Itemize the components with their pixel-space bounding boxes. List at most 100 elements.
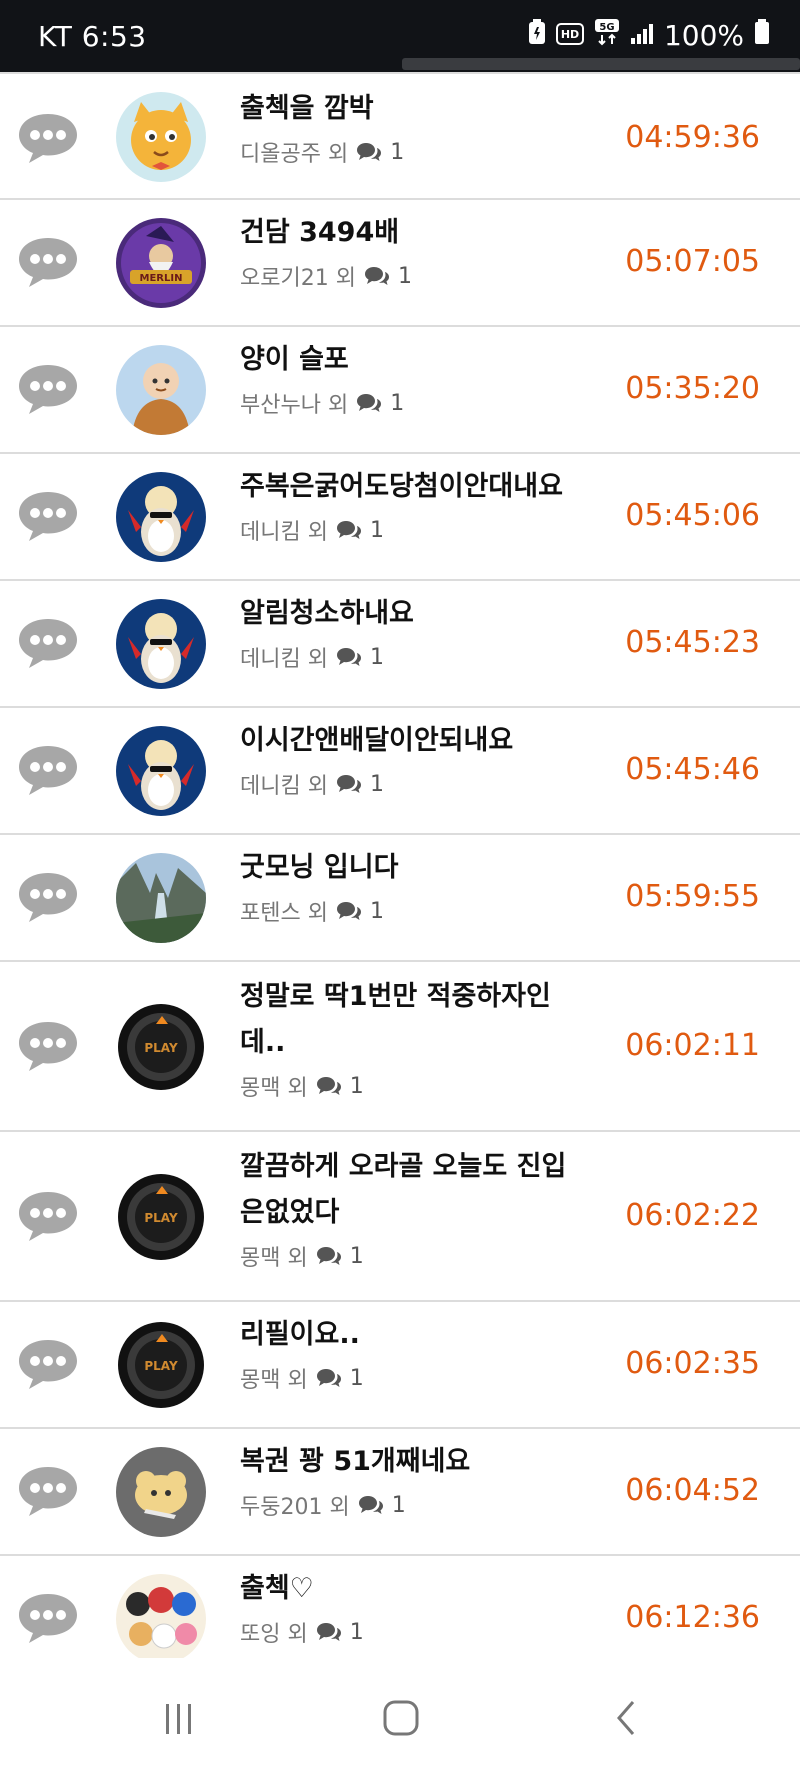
item-time: 05:07:05 (625, 244, 760, 279)
chat-bubble-icon (16, 110, 80, 166)
battery-percent: 100% (663, 19, 744, 52)
chat-bubble-icon (16, 742, 80, 798)
item-text: 이시간앤배달이안되내요 데니킴 외 1 (240, 718, 600, 800)
comment-count: 1 (369, 771, 384, 797)
comment-count: 1 (390, 390, 405, 416)
play-avatar: PLAY (116, 1002, 206, 1092)
penguin-avatar (116, 472, 206, 562)
item-meta: 데니킴 외 1 (240, 514, 600, 546)
item-author: 또잉 외 (240, 1622, 308, 1647)
chat-bubble-icon (16, 615, 80, 671)
chat-bubble-icon (16, 234, 80, 290)
item-meta: 데니킴 외 1 (240, 641, 600, 673)
list-item[interactable]: 알림청소하내요 데니킴 외 1 05:45:23 (0, 581, 800, 708)
comment-icon (356, 142, 382, 162)
status-icons: HD 5G 100% (528, 18, 770, 53)
svg-text:MERLIN: MERLIN (140, 273, 183, 284)
item-time: 06:02:22 (625, 1198, 760, 1233)
item-title: 복권 꽝 51개째네요 (240, 1446, 471, 1477)
item-text: 복권 꽝 51개째네요 두둥201 외 1 (240, 1439, 600, 1521)
chat-bubble-icon (16, 488, 80, 544)
item-time: 05:45:23 (625, 625, 760, 660)
svg-text:PLAY: PLAY (144, 1041, 178, 1055)
item-title: 알림청소하내요 (240, 598, 414, 629)
item-time: 04:59:36 (625, 120, 760, 155)
item-time: 06:12:36 (625, 1600, 760, 1635)
monk-avatar (116, 345, 206, 435)
item-text: 건담 3494배 오로기21 외 1 (240, 210, 600, 292)
comment-icon (364, 266, 390, 286)
svg-text:5G: 5G (599, 22, 614, 33)
comment-count: 1 (349, 1365, 364, 1391)
svg-text:HD: HD (561, 28, 579, 41)
list-item[interactable]: PLAY 리필이요.. 몽맥 외 1 06:02:35 (0, 1302, 800, 1429)
comment-icon (358, 1495, 384, 1515)
item-time: 06:02:11 (625, 1028, 760, 1063)
chat-bubble-icon (16, 869, 80, 925)
comment-icon (336, 520, 362, 540)
list-item[interactable]: 출첵을 깜박 디올공주 외 1 04:59:36 (0, 72, 800, 200)
list-item[interactable]: MERLIN 건담 3494배 오로기21 외 1 05:07:05 (0, 200, 800, 327)
item-text: 정말로 딱1번만 적중하자인데.. 몽맥 외 1 (240, 974, 580, 1102)
battery-saver-icon (528, 19, 546, 52)
item-time: 05:45:06 (625, 498, 760, 533)
comment-count: 1 (349, 1243, 364, 1269)
item-title: 출첵♡ (240, 1573, 314, 1604)
svg-text:PLAY: PLAY (144, 1211, 178, 1225)
home-icon[interactable] (366, 1688, 436, 1748)
thread-list: 출첵을 깜박 디올공주 외 1 04:59:36 MERLIN 건담 3494배… (0, 72, 800, 1683)
comment-icon (316, 1076, 342, 1096)
chat-bubble-icon (16, 1188, 80, 1244)
play-avatar: PLAY (116, 1172, 206, 1262)
item-text: 출첵♡ 또잉 외 1 (240, 1566, 600, 1648)
back-icon[interactable] (592, 1688, 662, 1748)
comment-count: 1 (369, 644, 384, 670)
item-author: 데니킴 외 (240, 774, 328, 799)
system-nav-bar (0, 1658, 800, 1778)
item-author: 데니킴 외 (240, 520, 328, 545)
comment-icon (356, 393, 382, 413)
list-item[interactable]: PLAY 정말로 딱1번만 적중하자인데.. 몽맥 외 1 06:02:11 (0, 962, 800, 1132)
item-title: 출첵을 깜박 (240, 93, 374, 124)
item-title: 주복은굵어도당첨이안대내요 (240, 471, 563, 502)
item-text: 주복은굵어도당첨이안대내요 데니킴 외 1 (240, 464, 600, 546)
comment-count: 1 (349, 1073, 364, 1099)
comment-icon (336, 647, 362, 667)
penguin-avatar (116, 599, 206, 689)
list-item[interactable]: PLAY 깔끔하게 오라골 오늘도 진입은없었다 몽맥 외 1 06:02:22 (0, 1132, 800, 1302)
list-item[interactable]: 복권 꽝 51개째네요 두둥201 외 1 06:04:52 (0, 1429, 800, 1556)
comment-count: 1 (390, 139, 405, 165)
comment-count: 1 (349, 1619, 364, 1645)
chat-bubble-icon (16, 1463, 80, 1519)
item-meta: 몽맥 외 1 (240, 1362, 600, 1394)
status-bar: KT 6:53 HD 5G 100% (0, 0, 800, 72)
comment-count: 1 (369, 898, 384, 924)
item-meta: 몽맥 외 1 (240, 1070, 580, 1102)
comment-icon (316, 1246, 342, 1266)
item-time: 05:45:46 (625, 752, 760, 787)
5g-icon: 5G (594, 18, 620, 53)
comment-count: 1 (391, 1492, 406, 1518)
recent-apps-icon[interactable] (144, 1688, 214, 1748)
chat-bubble-icon (16, 1590, 80, 1646)
item-text: 리필이요.. 몽맥 외 1 (240, 1312, 600, 1394)
list-item[interactable]: 양이 슬포 부산누나 외 1 05:35:20 (0, 327, 800, 454)
comment-icon (336, 901, 362, 921)
item-author: 부산누나 외 (240, 393, 349, 418)
item-author: 몽맥 외 (240, 1076, 308, 1101)
group-avatar (116, 1574, 206, 1664)
plush-avatar (116, 1447, 206, 1537)
list-item[interactable]: 주복은굵어도당첨이안대내요 데니킴 외 1 05:45:06 (0, 454, 800, 581)
item-meta: 데니킴 외 1 (240, 768, 600, 800)
play-avatar: PLAY (116, 1320, 206, 1410)
list-item[interactable]: 굿모닝 입니다 포텐스 외 1 05:59:55 (0, 835, 800, 962)
item-title: 이시간앤배달이안되내요 (240, 725, 514, 756)
item-text: 알림청소하내요 데니킴 외 1 (240, 591, 600, 673)
svg-text:PLAY: PLAY (144, 1359, 178, 1373)
item-author: 몽맥 외 (240, 1368, 308, 1393)
item-text: 깔끔하게 오라골 오늘도 진입은없었다 몽맥 외 1 (240, 1144, 580, 1272)
signal-icon (630, 19, 654, 52)
list-item[interactable]: 이시간앤배달이안되내요 데니킴 외 1 05:45:46 (0, 708, 800, 835)
scroll-indicator (402, 58, 800, 70)
comment-icon (336, 774, 362, 794)
